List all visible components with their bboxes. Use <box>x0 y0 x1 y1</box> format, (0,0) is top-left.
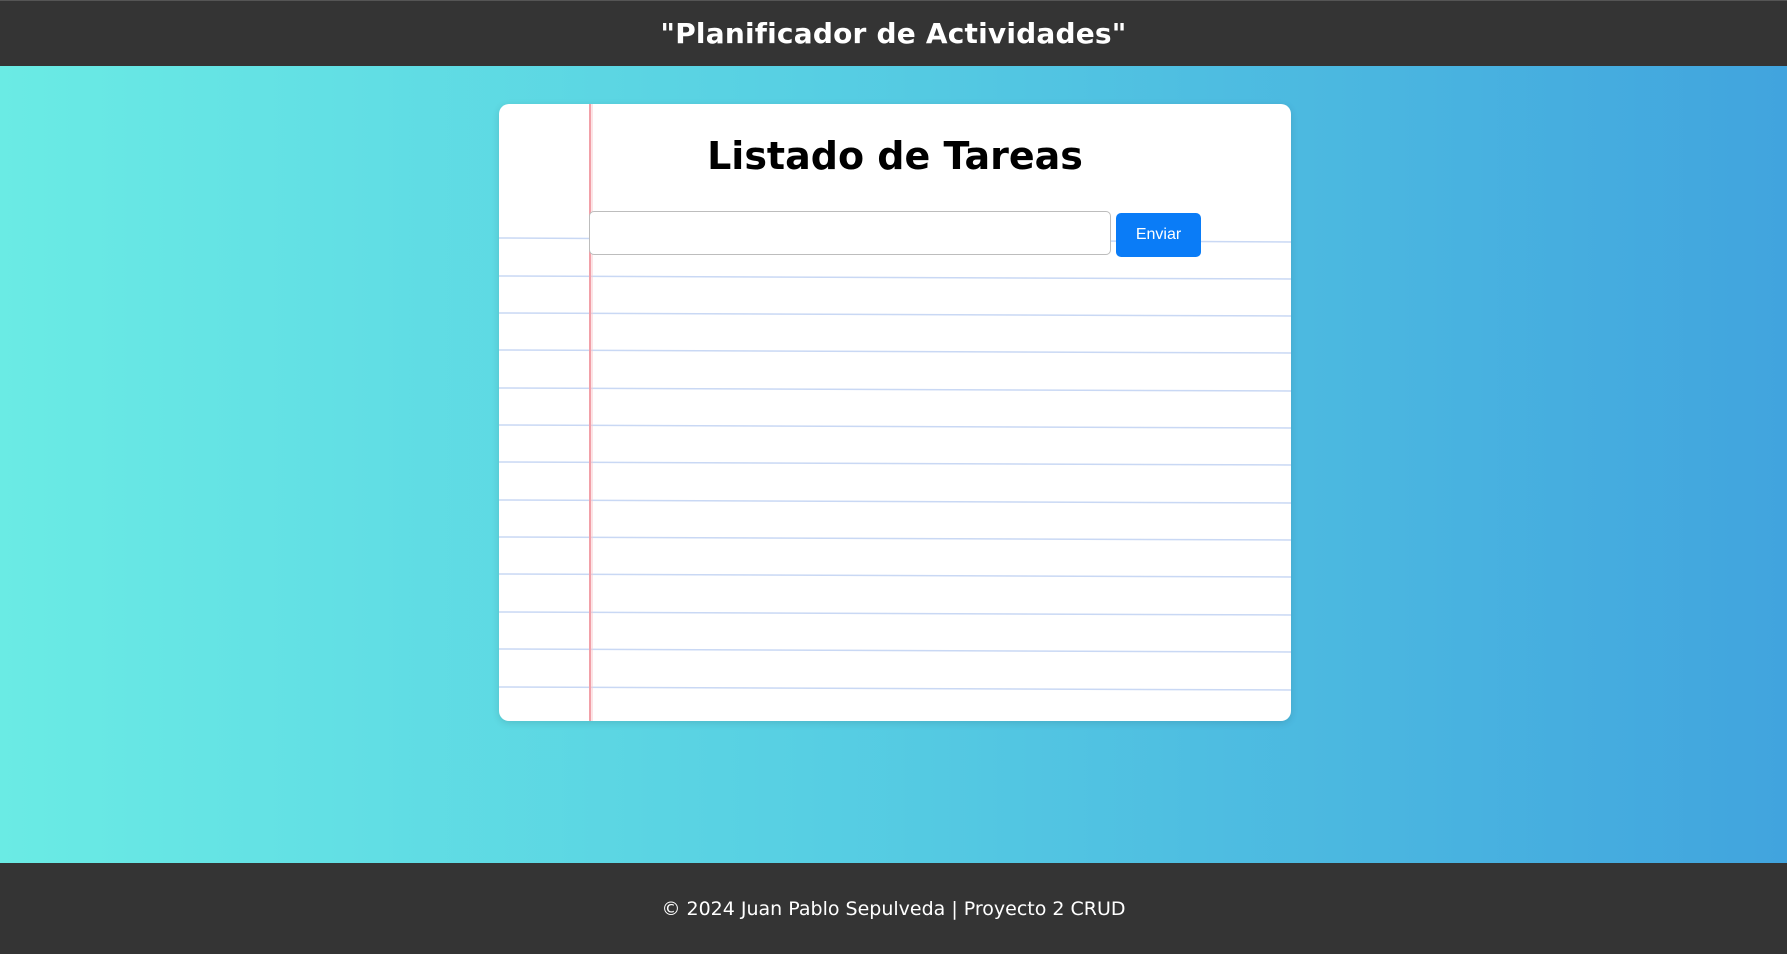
task-list-title: Listado de Tareas <box>707 134 1083 178</box>
page: "Planificador de Actividades" Listado de… <box>0 0 1787 954</box>
app-header: "Planificador de Actividades" <box>0 0 1787 66</box>
send-button[interactable]: Enviar <box>1116 213 1201 257</box>
task-list-card: Listado de Tareas Enviar <box>499 104 1291 721</box>
footer-text: © 2024 Juan Pablo Sepulveda | Proyecto 2… <box>661 897 1126 920</box>
notebook-paper-background <box>499 104 1291 721</box>
app-title: "Planificador de Actividades" <box>660 17 1127 50</box>
app-footer: © 2024 Juan Pablo Sepulveda | Proyecto 2… <box>0 863 1787 954</box>
task-input[interactable] <box>589 211 1111 255</box>
